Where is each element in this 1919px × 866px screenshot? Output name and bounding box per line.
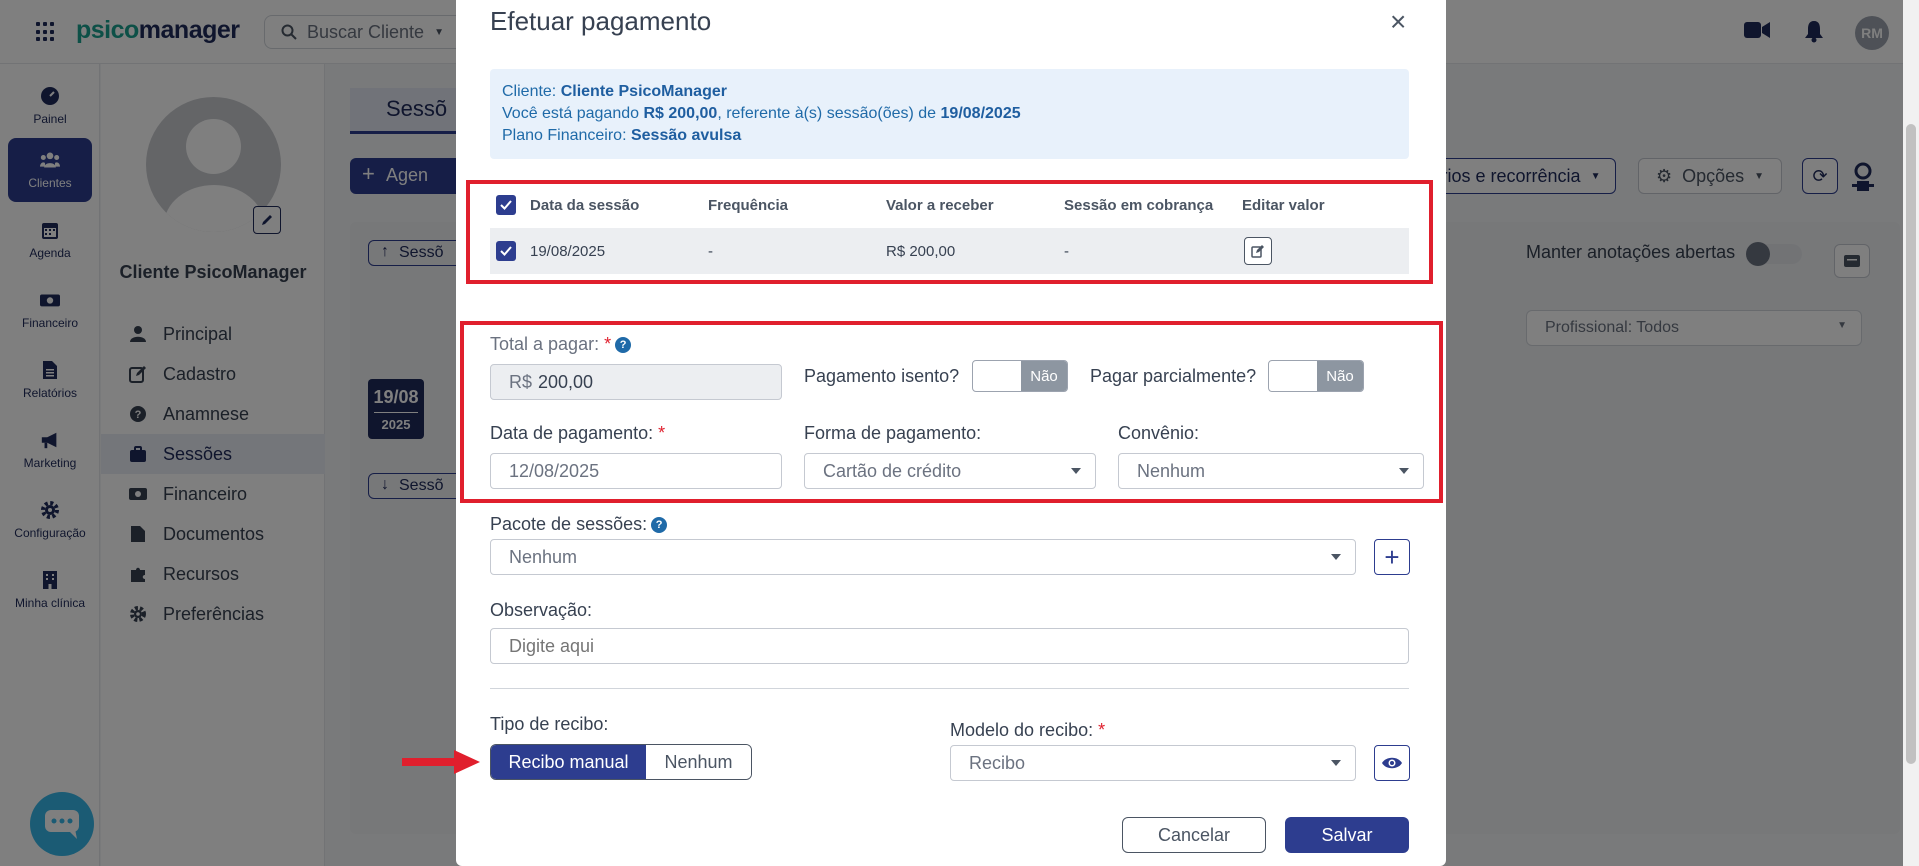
info-value: 19/08/2025 bbox=[940, 105, 1021, 122]
check-icon bbox=[500, 246, 512, 256]
currency-prefix: R$ bbox=[509, 371, 533, 392]
page-scrollbar[interactable] bbox=[1903, 0, 1919, 866]
chevron-down-icon bbox=[1399, 468, 1409, 474]
total-label: Total a pagar: *? bbox=[490, 334, 632, 355]
info-value: R$ 200,00 bbox=[643, 105, 718, 122]
data-label-text: Data de pagamento: bbox=[490, 423, 654, 443]
forma-value: Cartão de crédito bbox=[823, 460, 962, 481]
modelo-recibo-select[interactable]: Recibo bbox=[950, 745, 1356, 781]
info-value: Cliente PsicoManager bbox=[560, 83, 727, 100]
table-row: 19/08/2025 - R$ 200,00 - bbox=[490, 228, 1409, 274]
forma-pagamento-label: Forma de pagamento: bbox=[804, 423, 982, 443]
isento-switch[interactable]: Não bbox=[972, 360, 1068, 392]
info-label: Você está pagando bbox=[502, 105, 640, 122]
edit-value-button[interactable] bbox=[1244, 228, 1272, 274]
parcial-switch-value: Não bbox=[1317, 361, 1363, 391]
edit-icon bbox=[1251, 245, 1264, 258]
info-plano-line: Plano Financeiro: Sessão avulsa bbox=[502, 125, 1397, 147]
save-button[interactable]: Salvar bbox=[1285, 817, 1409, 853]
chevron-down-icon bbox=[1331, 760, 1341, 766]
tipo-recibo-label: Tipo de recibo: bbox=[490, 714, 609, 734]
isento-switch-value: Não bbox=[1021, 361, 1067, 391]
col-data-sessao: Data da sessão bbox=[530, 196, 640, 214]
modelo-value: Recibo bbox=[969, 752, 1026, 773]
close-icon[interactable]: × bbox=[1390, 6, 1406, 38]
add-package-button[interactable]: + bbox=[1374, 539, 1410, 575]
convenio-label: Convênio: bbox=[1118, 423, 1200, 443]
info-label: , referente à(s) sessão(ões) de bbox=[717, 105, 937, 122]
info-label: Cliente: bbox=[502, 83, 557, 100]
row-checkbox[interactable] bbox=[496, 228, 516, 274]
info-label: Plano Financeiro: bbox=[502, 127, 627, 144]
cell-frequencia: - bbox=[708, 242, 713, 260]
payment-info-box: Cliente: Cliente PsicoManager Você está … bbox=[490, 69, 1409, 159]
cell-cobranca: - bbox=[1064, 242, 1069, 260]
select-all-checkbox[interactable] bbox=[496, 190, 516, 220]
plus-icon: + bbox=[1384, 541, 1400, 572]
recibo-nenhum-option[interactable]: Nenhum bbox=[646, 745, 751, 779]
sessions-table-header: Data da sessão Frequência Valor a recebe… bbox=[490, 190, 1409, 220]
annotation-arrow-icon bbox=[402, 750, 480, 774]
parcial-switch[interactable]: Não bbox=[1268, 360, 1364, 392]
scrollbar-thumb[interactable] bbox=[1906, 124, 1916, 764]
convenio-value: Nenhum bbox=[1137, 460, 1206, 481]
pacote-select[interactable]: Nenhum bbox=[490, 539, 1356, 575]
check-icon bbox=[500, 200, 512, 210]
divider bbox=[490, 688, 1409, 689]
tipo-recibo-toggle: Recibo manual Nenhum bbox=[490, 744, 752, 780]
parcial-label: Pagar parcialmente? bbox=[1090, 366, 1257, 386]
cancel-button[interactable]: Cancelar bbox=[1122, 817, 1266, 853]
isento-label: Pagamento isento? bbox=[804, 366, 960, 386]
observacao-input[interactable] bbox=[490, 628, 1409, 664]
question-icon[interactable]: ? bbox=[615, 337, 632, 353]
info-cliente-line: Cliente: Cliente PsicoManager bbox=[502, 81, 1397, 103]
question-icon[interactable]: ? bbox=[651, 517, 668, 533]
chevron-down-icon bbox=[1071, 468, 1081, 474]
eye-icon bbox=[1382, 757, 1402, 769]
total-field: R$ 200,00 bbox=[490, 364, 782, 400]
data-pagamento-input[interactable]: 12/08/2025 bbox=[490, 453, 782, 489]
modelo-label-text: Modelo do recibo: bbox=[950, 720, 1094, 740]
col-frequencia: Frequência bbox=[708, 196, 789, 214]
forma-pagamento-select[interactable]: Cartão de crédito bbox=[804, 453, 1096, 489]
pacote-label: Pacote de sessões:? bbox=[490, 514, 668, 535]
cell-data: 19/08/2025 bbox=[530, 242, 606, 260]
modelo-recibo-label: Modelo do recibo: * bbox=[950, 720, 1106, 740]
recibo-manual-option[interactable]: Recibo manual bbox=[491, 745, 646, 779]
col-valor-receber: Valor a receber bbox=[886, 196, 994, 214]
chevron-down-icon bbox=[1331, 554, 1341, 560]
observacao-label: Observação: bbox=[490, 600, 593, 620]
info-value: Sessão avulsa bbox=[630, 127, 742, 144]
payment-modal: Efetuar pagamento × Cliente: Cliente Psi… bbox=[456, 0, 1446, 866]
preview-receipt-button[interactable] bbox=[1374, 745, 1410, 781]
total-label-text: Total a pagar: bbox=[490, 334, 600, 354]
pacote-label-text: Pacote de sessões: bbox=[490, 514, 648, 534]
pacote-value: Nenhum bbox=[509, 546, 578, 567]
modal-title: Efetuar pagamento bbox=[490, 6, 712, 36]
col-editar-valor: Editar valor bbox=[1242, 196, 1325, 214]
data-pagamento-label: Data de pagamento: * bbox=[490, 423, 666, 443]
col-sessao-cobranca: Sessão em cobrança bbox=[1064, 196, 1214, 214]
convenio-select[interactable]: Nenhum bbox=[1118, 453, 1424, 489]
info-pagando-line: Você está pagando R$ 200,00, referente à… bbox=[502, 103, 1397, 125]
total-value: 200,00 bbox=[538, 371, 594, 392]
cell-valor: R$ 200,00 bbox=[886, 242, 956, 260]
